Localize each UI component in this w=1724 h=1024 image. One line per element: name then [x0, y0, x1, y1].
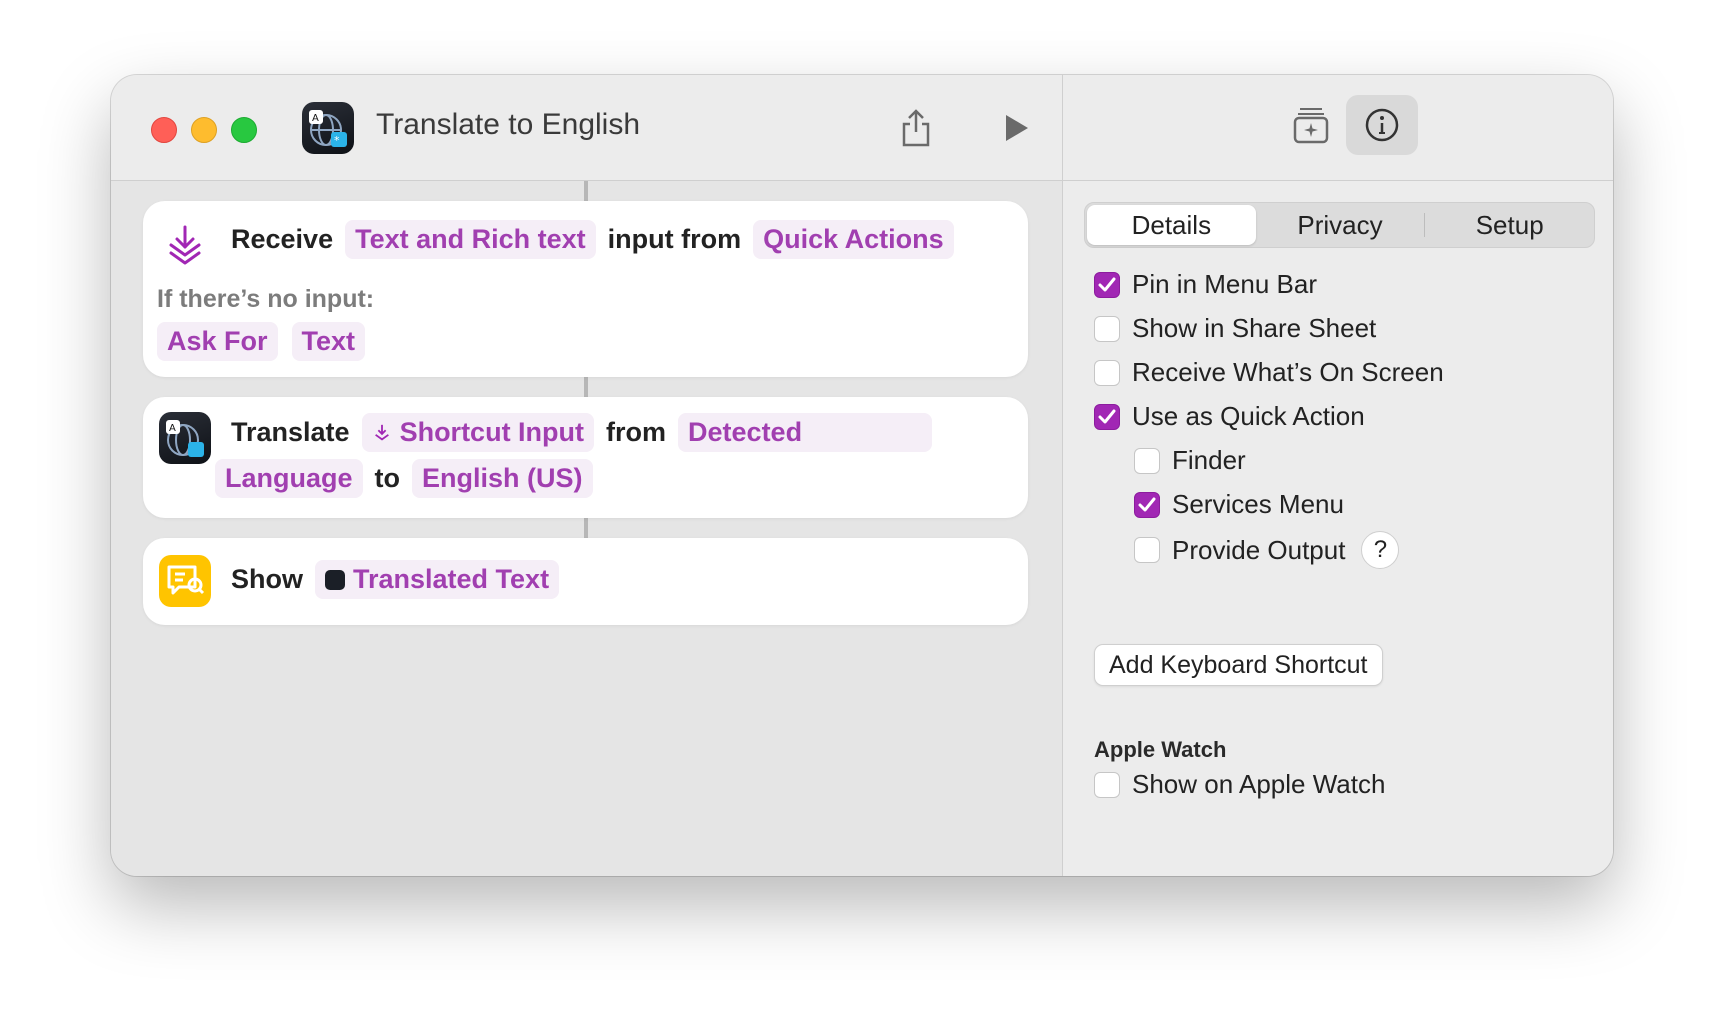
flow-connector: [584, 377, 588, 397]
receive-icon: [159, 219, 211, 271]
input-from-label: input from: [607, 224, 742, 254]
show-action-card[interactable]: Show Translated Text: [143, 538, 1028, 625]
checkbox-checked[interactable]: [1134, 491, 1160, 518]
translate-action-card[interactable]: A Translate Shortcut Input from Detected: [143, 397, 1028, 518]
fallback-action-token[interactable]: Ask For: [157, 322, 278, 361]
zoom-window-button[interactable]: [231, 117, 257, 143]
tab-privacy[interactable]: Privacy: [1256, 205, 1425, 245]
apple-watch-heading: Apple Watch: [1094, 737, 1227, 762]
option-provide-output[interactable]: Provide Output ?: [1134, 531, 1400, 569]
show-row: Show Translated Text: [227, 560, 560, 599]
fallback-type-token[interactable]: Text: [291, 322, 366, 361]
option-label: Show on Apple Watch: [1132, 769, 1386, 799]
option-receive-on-screen[interactable]: Receive What’s On Screen: [1094, 357, 1444, 388]
shortcut-input-token[interactable]: Shortcut Input: [361, 413, 595, 452]
share-icon: [902, 109, 930, 147]
svg-text:A: A: [312, 113, 319, 124]
flow-connector: [584, 518, 588, 538]
checkbox-checked[interactable]: [1094, 403, 1120, 430]
to-language-token[interactable]: English (US): [412, 459, 593, 498]
translate-shortcut-icon[interactable]: A *: [302, 102, 354, 154]
option-pin-menu-bar[interactable]: Pin in Menu Bar: [1094, 269, 1317, 300]
receive-action-card[interactable]: Receive Text and Rich text input from Qu…: [143, 201, 1028, 377]
from-label: from: [606, 417, 667, 447]
window-title: Translate to English: [376, 108, 641, 141]
shortcut-input-icon: [374, 424, 389, 440]
option-apple-watch[interactable]: Show on Apple Watch: [1094, 769, 1385, 800]
show-result-icon: [159, 555, 211, 607]
run-button[interactable]: [993, 105, 1039, 151]
translate-mini-icon: [325, 569, 345, 590]
add-keyboard-shortcut-button[interactable]: Add Keyboard Shortcut: [1094, 644, 1383, 686]
checkbox-unchecked[interactable]: [1094, 359, 1120, 386]
option-label: Provide Output: [1172, 534, 1346, 565]
sidebar-toolbar: [1063, 75, 1613, 181]
action-verb: Show: [231, 564, 303, 594]
details-sidebar: Details Privacy Setup Pin in Menu Bar Sh…: [1062, 75, 1613, 876]
shortcut-editor: Receive Text and Rich text input from Qu…: [111, 181, 1062, 876]
input-types-token[interactable]: Text and Rich text: [345, 220, 596, 259]
to-label: to: [374, 463, 400, 493]
library-add-icon: [1293, 108, 1329, 144]
checkbox-unchecked[interactable]: [1134, 447, 1160, 474]
info-button[interactable]: [1346, 95, 1418, 155]
option-services-menu[interactable]: Services Menu: [1134, 489, 1344, 520]
from-language-token-continued[interactable]: Language: [215, 459, 363, 498]
fallback-row: Ask For Text: [157, 322, 366, 361]
checkbox-unchecked[interactable]: [1134, 537, 1160, 563]
translated-text-label: Translated Text: [353, 564, 550, 594]
translate-row-2: Language to English (US): [215, 459, 593, 498]
minimize-window-button[interactable]: [191, 117, 217, 143]
source-token[interactable]: Quick Actions: [753, 220, 954, 259]
play-icon: [1006, 115, 1028, 141]
checkbox-unchecked[interactable]: [1094, 771, 1120, 798]
action-verb: Receive: [231, 224, 334, 254]
option-label: Receive What’s On Screen: [1132, 357, 1444, 387]
option-label: Use as Quick Action: [1132, 401, 1365, 431]
title-bar: A * Translate to English: [111, 75, 1062, 181]
option-label: Pin in Menu Bar: [1132, 269, 1317, 299]
sidebar-tabs: Details Privacy Setup: [1084, 202, 1595, 248]
option-share-sheet[interactable]: Show in Share Sheet: [1094, 313, 1376, 344]
tab-setup[interactable]: Setup: [1425, 205, 1594, 245]
info-icon: [1365, 108, 1399, 142]
checkmark-icon: [1138, 497, 1156, 511]
no-input-label: If there’s no input:: [157, 285, 375, 313]
checkbox-unchecked[interactable]: [1094, 315, 1120, 342]
share-button[interactable]: [893, 105, 939, 151]
checkbox-checked[interactable]: [1094, 271, 1120, 298]
tab-details[interactable]: Details: [1087, 205, 1256, 245]
checkmark-icon: [1098, 277, 1116, 291]
from-language-token[interactable]: Detected: [678, 413, 933, 452]
translated-text-token[interactable]: Translated Text: [315, 560, 560, 599]
translate-icon: A: [159, 412, 211, 464]
option-finder[interactable]: Finder: [1134, 445, 1246, 476]
shortcut-input-label: Shortcut Input: [399, 417, 585, 447]
shortcuts-window: A * Translate to English Receive Text an…: [111, 75, 1613, 876]
help-button[interactable]: ?: [1361, 531, 1400, 569]
flow-connector: [584, 181, 588, 201]
action-verb: Translate: [231, 417, 350, 447]
svg-text:A: A: [169, 423, 176, 434]
svg-text:*: *: [334, 134, 340, 147]
option-label: Finder: [1172, 445, 1246, 475]
checkmark-icon: [1098, 409, 1116, 423]
action-library-button[interactable]: [1275, 95, 1347, 155]
receive-row: Receive Text and Rich text input from Qu…: [227, 220, 954, 259]
translate-row-1: Translate Shortcut Input from Detected: [227, 413, 933, 452]
option-quick-action[interactable]: Use as Quick Action: [1094, 401, 1365, 432]
option-label: Show in Share Sheet: [1132, 313, 1377, 343]
option-label: Services Menu: [1172, 489, 1344, 519]
close-window-button[interactable]: [151, 117, 177, 143]
